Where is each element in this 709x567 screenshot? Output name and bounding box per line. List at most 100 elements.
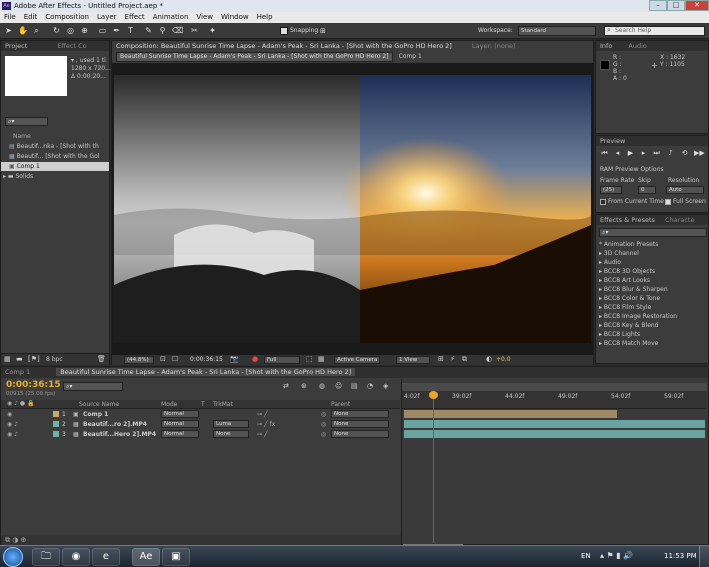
effect-category[interactable]: ▸ BCC8 Match Move xyxy=(599,339,658,348)
effect-category[interactable]: ▸ BCC8 Blur & Sharpen xyxy=(599,285,668,294)
resolution-select[interactable]: Full xyxy=(264,356,300,364)
explorer-icon[interactable]: 🗀 xyxy=(32,548,60,566)
tray-icons[interactable]: ▴ ⚑ ▮ 🔊 xyxy=(600,551,633,560)
time-ruler[interactable]: 4:02f 39:02f 44:02f 49:02f 54:02f 59:02f xyxy=(402,391,707,409)
minimize-button[interactable]: – xyxy=(649,0,667,11)
layer-bar-footage[interactable] xyxy=(404,430,705,438)
pixel-aspect-icon[interactable]: ⊞ xyxy=(438,355,444,363)
next-frame-icon[interactable]: ▸ xyxy=(639,149,648,158)
maximize-button[interactable]: □ xyxy=(667,0,685,11)
after-effects-taskbar-icon[interactable]: Ae xyxy=(132,548,160,566)
blend-mode-select[interactable]: Normal xyxy=(161,430,199,438)
frame-blending-icon[interactable]: ▤ xyxy=(351,382,358,390)
track-matte-select[interactable]: None xyxy=(213,430,249,438)
parent-pick-whip-icon[interactable]: ◎ xyxy=(321,430,326,439)
menu-animation[interactable]: Animation xyxy=(153,12,189,23)
layer-bar-footage[interactable] xyxy=(404,420,705,428)
selection-tool-icon[interactable]: ➤ xyxy=(4,26,13,35)
tab-project[interactable]: Project xyxy=(5,42,27,50)
label-color[interactable] xyxy=(53,431,59,437)
effect-category[interactable]: ▸ 3D Channel xyxy=(599,249,639,258)
menu-composition[interactable]: Composition xyxy=(45,12,89,23)
roto-brush-tool-icon[interactable]: ✂ xyxy=(190,26,199,35)
view-layout-select[interactable]: 1 View xyxy=(396,356,430,364)
effect-category[interactable]: * Animation Presets xyxy=(599,240,658,249)
time-graph[interactable]: 4:02f 39:02f 44:02f 49:02f 54:02f 59:02f xyxy=(401,379,708,544)
show-desktop-button[interactable] xyxy=(699,546,709,567)
language-indicator[interactable]: EN xyxy=(581,552,591,560)
tab-timeline-main[interactable]: Beautiful Sunrise Time Lapse - Adam's Pe… xyxy=(56,368,356,376)
play-icon[interactable]: ▶ xyxy=(626,149,635,158)
camera-tool-icon[interactable]: ◎ xyxy=(66,26,75,35)
bit-depth-label[interactable]: 8 bpc xyxy=(46,356,63,363)
motion-blur-icon[interactable]: ◔ xyxy=(367,382,373,390)
breadcrumb-comp1[interactable]: Comp 1 xyxy=(395,52,426,62)
source-name-header[interactable]: Source Name xyxy=(79,401,119,408)
snapping-checkbox[interactable] xyxy=(280,27,288,35)
first-frame-icon[interactable]: ⏮ xyxy=(600,149,609,158)
tab-composition[interactable]: Composition: Beautiful Sunrise Time Laps… xyxy=(116,42,452,50)
safe-zones-icon[interactable]: ⊡ xyxy=(160,355,166,363)
project-search-input[interactable]: ⌕▾ xyxy=(5,117,48,126)
audio-icon[interactable]: ♪ xyxy=(666,149,675,158)
parent-pick-whip-icon[interactable]: ◎ xyxy=(321,410,326,419)
puppet-pin-tool-icon[interactable]: ✦ xyxy=(208,26,217,35)
pan-behind-tool-icon[interactable]: ⊕ xyxy=(80,26,89,35)
current-time-display[interactable]: 0:00:36:15 xyxy=(190,356,223,363)
layer-bar-comp1[interactable] xyxy=(404,410,617,418)
project-item-selected[interactable]: ▣ Comp 1 xyxy=(1,162,109,171)
layer-row[interactable]: ◉ ♪ 2 ▦ Beautif...ro 2].MP4 Normal Luma … xyxy=(1,420,400,429)
layer-row[interactable]: ◉ ♪ 3 ▦ Beautif...Hero 2].MP4 Normal Non… xyxy=(1,430,400,439)
menu-effect[interactable]: Effect xyxy=(125,12,145,23)
menu-layer[interactable]: Layer xyxy=(97,12,117,23)
timeline-search-input[interactable]: ⌕▾ xyxy=(63,382,123,391)
effect-category[interactable]: ▸ BCC8 3D Objects xyxy=(599,267,655,276)
parent-header[interactable]: Parent xyxy=(331,401,350,408)
firefox-icon[interactable]: ◉ xyxy=(62,548,90,566)
tab-info[interactable]: Info xyxy=(600,42,612,50)
tab-character[interactable]: Characte xyxy=(665,216,694,224)
effect-category[interactable]: ▸ Audio xyxy=(599,258,621,267)
visibility-icon[interactable]: ◉ ♪ xyxy=(7,430,18,439)
eraser-tool-icon[interactable]: ⌫ xyxy=(172,26,183,35)
tab-audio[interactable]: Audio xyxy=(628,42,646,50)
layer-name[interactable]: Comp 1 xyxy=(83,410,108,419)
menu-help[interactable]: Help xyxy=(257,12,273,23)
start-button[interactable] xyxy=(3,547,23,567)
pen-tool-icon[interactable]: ✒ xyxy=(112,26,121,35)
project-item[interactable]: ▦ Beautif... [Shot with the Gol xyxy=(1,152,109,161)
parent-select[interactable]: None xyxy=(331,420,389,428)
close-button[interactable]: ✕ xyxy=(685,0,709,11)
tab-preview[interactable]: Preview xyxy=(600,137,625,145)
channel-icon[interactable]: ● xyxy=(252,355,258,363)
blend-mode-select[interactable]: Normal xyxy=(161,420,199,428)
search-help-input[interactable]: Search Help xyxy=(604,26,705,36)
trash-icon[interactable]: 🗑 xyxy=(97,355,106,363)
live-update-icon[interactable]: ⊛ xyxy=(301,382,307,390)
workspace-select[interactable]: Standard xyxy=(518,26,596,36)
mask-visibility-icon[interactable]: ☐ xyxy=(172,355,178,363)
effect-category[interactable]: ▸ BCC8 Lights xyxy=(599,330,640,339)
last-frame-icon[interactable]: ⏭ xyxy=(652,149,661,158)
mask-tool-icon[interactable]: ▭ xyxy=(98,26,107,35)
transparency-grid-icon[interactable]: ▦ xyxy=(318,355,325,363)
layer-switches-icon[interactable]: ⊸ ╱ xyxy=(257,410,268,419)
skip-input[interactable]: 0 xyxy=(638,186,656,194)
layer-switches-icon[interactable]: ⊸ ╱ fx xyxy=(257,420,275,429)
new-comp-icon[interactable]: [⚑] xyxy=(28,355,40,363)
effect-category[interactable]: ▸ BCC8 Film Style xyxy=(599,303,651,312)
menu-window[interactable]: Window xyxy=(221,12,249,23)
clock[interactable]: 11:53 PM xyxy=(664,552,697,560)
clone-stamp-tool-icon[interactable]: ⚲ xyxy=(158,26,167,35)
tab-comp1[interactable]: Comp 1 xyxy=(5,368,30,376)
ie-icon[interactable]: e xyxy=(92,548,120,566)
parent-pick-whip-icon[interactable]: ◎ xyxy=(321,420,326,429)
frame-rate-select[interactable]: (25) xyxy=(600,186,622,194)
layer-switches-icon[interactable]: ⊸ ╱ xyxy=(257,430,268,439)
toggle-switches-icon[interactable]: ⧉ ◑ ⊕ xyxy=(5,536,26,545)
effects-search-input[interactable]: ⌕▾ xyxy=(599,228,707,237)
zoom-select[interactable]: (44.8%) xyxy=(124,356,154,364)
menu-view[interactable]: View xyxy=(196,12,213,23)
layer-name[interactable]: Beautif...ro 2].MP4 xyxy=(83,420,147,429)
ram-preview-options[interactable]: RAM Preview Options xyxy=(600,166,664,173)
